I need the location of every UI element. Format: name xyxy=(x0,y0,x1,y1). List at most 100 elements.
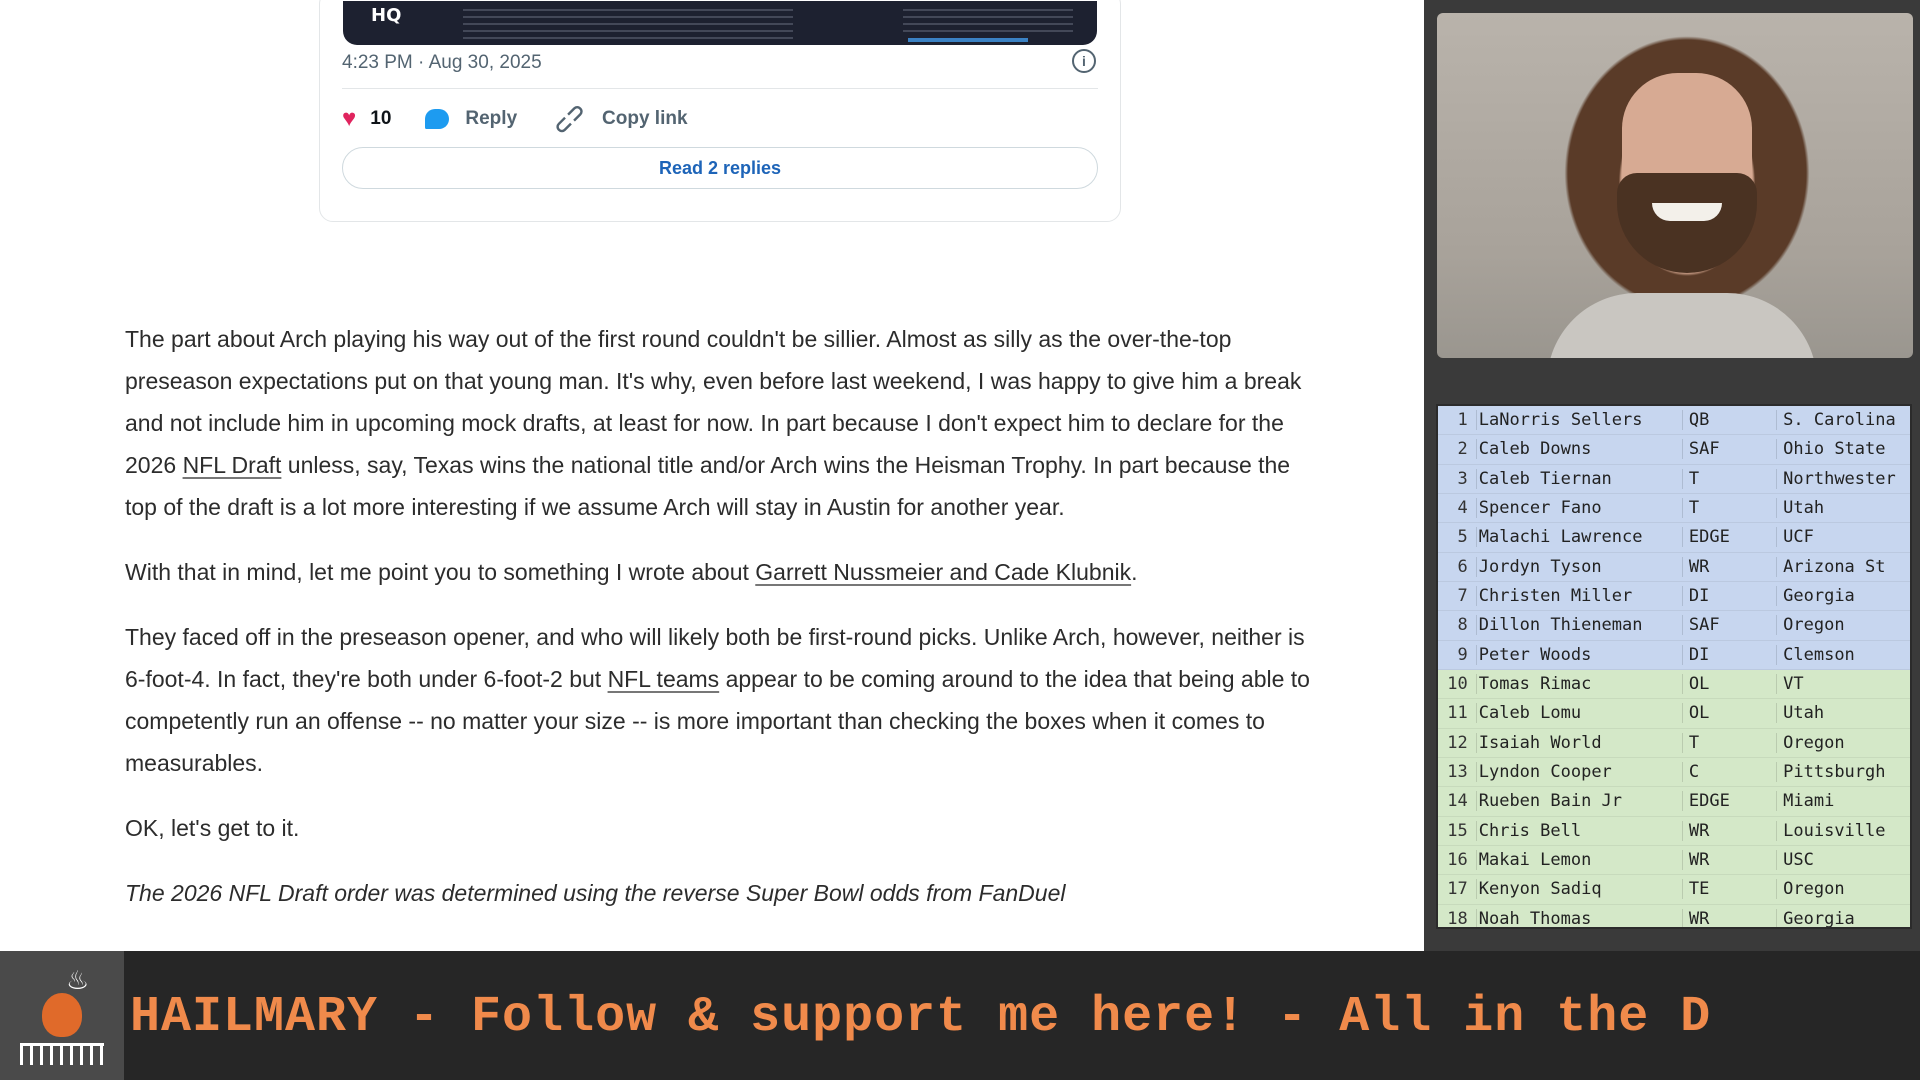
player-name: Caleb Tiernan xyxy=(1475,468,1682,489)
player-school: Northwester xyxy=(1776,468,1910,489)
table-row: 7 Christen Miller DI Georgia xyxy=(1438,581,1910,612)
player-position: EDGE xyxy=(1681,527,1776,548)
table-row: 14 Rueben Bain Jr EDGE Miami xyxy=(1438,787,1910,817)
player-school: Pittsburgh xyxy=(1776,762,1910,783)
player-position: C xyxy=(1681,762,1776,783)
player-school: VT xyxy=(1776,674,1910,695)
paragraph-1: The part about Arch playing his way out … xyxy=(125,318,1325,528)
table-row: 6 Jordyn Tyson WR Arizona St xyxy=(1438,552,1910,582)
table-row: 2 Caleb Downs SAF Ohio State xyxy=(1438,435,1910,465)
player-position: TE xyxy=(1681,879,1776,900)
player-name: Lyndon Cooper xyxy=(1475,762,1682,783)
player-name: Malachi Lawrence xyxy=(1475,527,1682,548)
table-row: 9 Peter Woods DI Clemson xyxy=(1438,640,1910,670)
tweet-actions: ♥ 10 Reply ⊂⊃ Copy link xyxy=(342,97,722,141)
stream-side-panel: 1 LaNorris Sellers QB S. Carolina 2 Caleb Dow… xyxy=(1424,0,1920,951)
pick-number: 13 xyxy=(1447,762,1468,783)
reply-button[interactable]: Reply xyxy=(425,108,517,130)
pick-number: 15 xyxy=(1447,820,1468,841)
player-position: T xyxy=(1681,732,1776,753)
tweet-divider xyxy=(342,88,1098,89)
player-school: Utah xyxy=(1776,703,1910,724)
player-position: SAF xyxy=(1681,615,1776,636)
draft-order-note: The 2026 NFL Draft order was determined … xyxy=(125,880,1066,906)
player-school: Georgia xyxy=(1776,908,1910,927)
pick-number: 14 xyxy=(1447,791,1468,812)
nussmeier-klubnik-link[interactable]: Garrett Nussmeier and Cade Klubnik xyxy=(755,559,1131,585)
table-row: 5 Malachi Lawrence EDGE UCF xyxy=(1438,523,1910,553)
pick-number: 4 xyxy=(1457,498,1468,519)
pick-number: 9 xyxy=(1457,644,1468,665)
table-row: 3 Caleb Tiernan T Northwester xyxy=(1438,464,1910,494)
player-school: Louisville xyxy=(1776,820,1910,841)
player-school: S. Carolina xyxy=(1776,410,1910,431)
player-name: Caleb Downs xyxy=(1475,439,1682,460)
player-position: T xyxy=(1681,498,1776,519)
table-row: 11 Caleb Lomu OL Utah xyxy=(1438,699,1910,729)
table-row: 1 LaNorris Sellers QB S. Carolina xyxy=(1438,406,1910,436)
embedded-tweet[interactable]: HQ 4:23 PM · Aug 30, 2025 i ♥ 10 Reply ⊂… xyxy=(319,0,1121,222)
pick-number: 6 xyxy=(1457,556,1468,577)
player-school: UCF xyxy=(1776,527,1910,548)
article-body: The part about Arch playing his way out … xyxy=(125,318,1325,937)
reply-label: Reply xyxy=(465,108,518,129)
player-position: WR xyxy=(1681,820,1776,841)
player-school: Arizona St xyxy=(1776,556,1910,577)
player-position: QB xyxy=(1681,410,1776,431)
table-row: 16 Makai Lemon WR USC xyxy=(1438,845,1910,876)
player-name: Christen Miller xyxy=(1475,586,1682,607)
player-school: Clemson xyxy=(1776,644,1910,665)
pick-number: 7 xyxy=(1457,586,1468,607)
read-replies-button[interactable]: Read 2 replies xyxy=(342,147,1098,189)
player-name: Spencer Fano xyxy=(1475,498,1682,519)
pick-number: 3 xyxy=(1457,468,1468,489)
paragraph-4: OK, let's get to it. xyxy=(125,815,300,841)
like-count: 10 xyxy=(370,108,392,129)
player-name: Caleb Lomu xyxy=(1475,703,1682,724)
player-position: DI xyxy=(1681,586,1776,607)
heart-icon: ♥ xyxy=(342,105,357,132)
pick-number: 12 xyxy=(1447,732,1468,753)
football-shape xyxy=(42,993,82,1037)
link-icon: ⊂⊃ xyxy=(547,96,592,141)
nfl-teams-link[interactable]: NFL teams xyxy=(608,666,720,692)
webcam-beard xyxy=(1617,173,1757,273)
player-school: Georgia xyxy=(1776,586,1910,607)
tweet-media-image[interactable]: HQ xyxy=(343,1,1097,45)
player-name: Dillon Thieneman xyxy=(1475,615,1682,636)
pick-number: 10 xyxy=(1447,674,1468,695)
grill-shape xyxy=(20,1043,104,1065)
copy-link-label: Copy link xyxy=(602,108,688,129)
player-name: Noah Thomas xyxy=(1475,908,1682,927)
player-name: Tomas Rimac xyxy=(1475,674,1682,695)
webcam-feed xyxy=(1437,13,1913,358)
pick-number: 1 xyxy=(1457,410,1468,431)
article-page: HQ 4:23 PM · Aug 30, 2025 i ♥ 10 Reply ⊂… xyxy=(0,0,1424,951)
player-position: OL xyxy=(1681,674,1776,695)
ticker-message: HAILMARY - Follow & support me here! - A… xyxy=(130,989,1712,1046)
like-button[interactable]: ♥ 10 xyxy=(342,105,391,133)
player-name: Makai Lemon xyxy=(1475,850,1682,871)
copy-link-button[interactable]: ⊂⊃ Copy link xyxy=(547,97,688,141)
player-position: T xyxy=(1681,468,1776,489)
tweet-timestamp[interactable]: 4:23 PM · Aug 30, 2025 xyxy=(342,52,542,74)
paragraph-3: They faced off in the preseason opener, … xyxy=(125,616,1325,784)
table-row: 10 Tomas Rimac OL VT xyxy=(1438,669,1910,700)
player-position: WR xyxy=(1681,850,1776,871)
nfl-draft-link[interactable]: NFL Draft xyxy=(183,452,282,478)
webcam-shirt xyxy=(1547,293,1817,358)
player-name: Isaiah World xyxy=(1475,732,1682,753)
player-school: USC xyxy=(1776,850,1910,871)
table-row: 17 Kenyon Sadiq TE Oregon xyxy=(1438,875,1910,905)
player-position: EDGE xyxy=(1681,791,1776,812)
player-name: Jordyn Tyson xyxy=(1475,556,1682,577)
player-school: Ohio State xyxy=(1776,439,1910,460)
media-brand-label: HQ xyxy=(371,5,402,26)
info-icon[interactable]: i xyxy=(1072,49,1096,73)
table-row: 13 Lyndon Cooper C Pittsburgh xyxy=(1438,757,1910,788)
player-position: WR xyxy=(1681,908,1776,927)
player-school: Utah xyxy=(1776,498,1910,519)
table-row: 15 Chris Bell WR Louisville xyxy=(1438,816,1910,846)
player-school: Oregon xyxy=(1776,732,1910,753)
media-odds-lines xyxy=(903,9,1073,35)
